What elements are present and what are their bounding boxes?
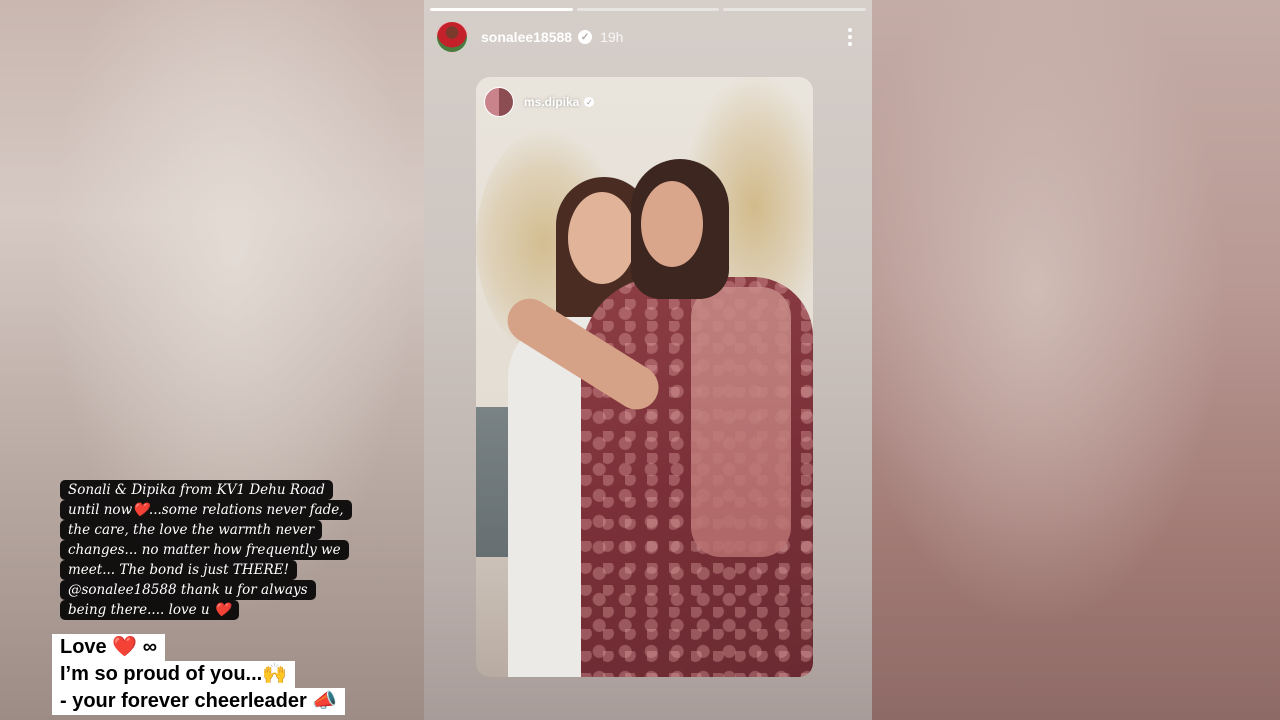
- background-blur-right: [872, 0, 1280, 720]
- story-timestamp: 19h: [600, 29, 624, 45]
- caption-line: until now❤️...some relations never fade,: [60, 500, 352, 520]
- caption-line: meet... The bond is just THERE!: [60, 560, 297, 580]
- sticker-line-cheerleader: - your forever cheerleader 📣: [52, 688, 346, 715]
- photo-person-right-face: [641, 181, 703, 267]
- shared-post-avatar[interactable]: [484, 87, 514, 117]
- story-progress-bar: [430, 8, 867, 11]
- photo-person-left-face: [568, 192, 636, 284]
- caption-line: Sonali & Dipika from KV1 Dehu Road: [60, 480, 333, 500]
- sticker-line-love: Love ❤️ ∞: [52, 634, 165, 661]
- caption-line-mention[interactable]: @sonalee18588 thank u for always: [60, 580, 316, 600]
- shared-post-username[interactable]: ms.dipika: [524, 95, 579, 109]
- shared-post-header[interactable]: ms.dipika ✓: [484, 87, 595, 117]
- story-header: sonalee18588 ✓ 19h: [436, 20, 860, 54]
- verified-badge-icon: ✓: [578, 30, 593, 44]
- progress-segment: [723, 8, 867, 11]
- text-sticker: Love ❤️ ∞ I’m so proud of you...🙌 - your…: [52, 634, 412, 715]
- photo-dupatta: [691, 287, 791, 557]
- shared-post-card[interactable]: ms.dipika ✓: [476, 77, 813, 677]
- story-username[interactable]: sonalee18588: [481, 29, 572, 45]
- progress-segment: [576, 8, 720, 11]
- more-options-icon[interactable]: [840, 28, 860, 46]
- sticker-line-proud: I’m so proud of you...🙌: [52, 661, 296, 688]
- caption-line: changes... no matter how frequently we: [60, 540, 349, 560]
- progress-segment: [430, 8, 573, 11]
- post-caption: Sonali & Dipika from KV1 Dehu Road until…: [60, 480, 390, 620]
- avatar[interactable]: [436, 21, 468, 53]
- caption-line: being there.... love u ❤️: [60, 600, 239, 620]
- story-viewer[interactable]: sonalee18588 ✓ 19h ms.dipika ✓: [424, 0, 872, 720]
- caption-line: the care, the love the warmth never: [60, 520, 323, 540]
- verified-badge-icon: ✓: [584, 97, 595, 107]
